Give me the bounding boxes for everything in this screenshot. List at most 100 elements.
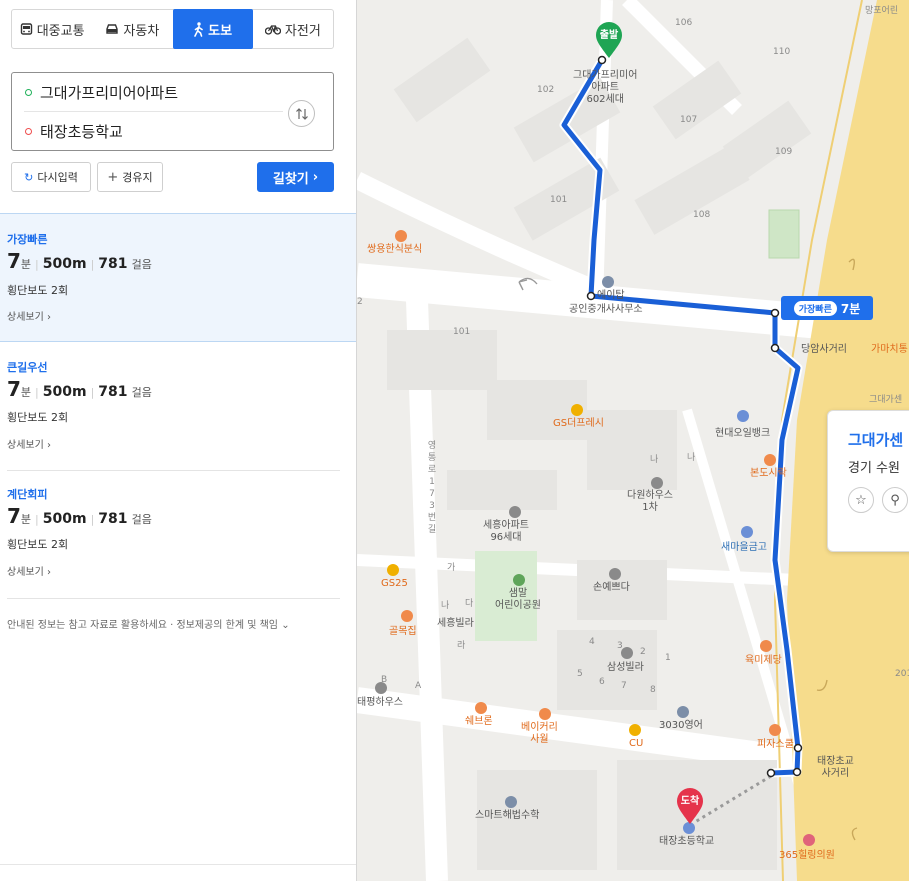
- route-crosswalk: 횡단보도 2회: [7, 284, 69, 297]
- start-marker[interactable]: 출발: [594, 22, 624, 60]
- route-detail-label: 상세보기: [7, 312, 44, 323]
- find-label: 길찾기: [272, 171, 309, 187]
- block-label: 6: [599, 677, 605, 687]
- location-pin-button[interactable]: ⚲: [882, 487, 908, 513]
- route-detail-label: 상세보기: [7, 567, 44, 578]
- destination-field[interactable]: 태장초등학교: [25, 112, 123, 150]
- disclaimer-link[interactable]: 안내된 정보는 참고 자료로 활용하세요 · 정보제공의 한계 및 책임 ⌄: [7, 616, 290, 631]
- travel-mode-tabs: 대중교통 자동차 도보 자전거: [11, 9, 334, 49]
- reset-button[interactable]: ↻ 다시입력: [11, 162, 91, 192]
- block-label: 2: [640, 647, 646, 657]
- building-icon: [509, 506, 521, 518]
- building-label: 102: [537, 85, 555, 95]
- building-label: 106: [675, 18, 693, 28]
- poi-label: 태평하우스: [357, 697, 403, 708]
- tab-walk-label: 도보: [208, 23, 233, 39]
- route-distance: 500m: [42, 256, 87, 272]
- building-label: 101: [550, 195, 568, 205]
- chevron-right-icon: ›: [47, 440, 51, 451]
- route-option-fastest[interactable]: 가장빠른 7분 | 500m | 781 걸음 횡단보도 2회 상세보기 ›: [0, 213, 356, 342]
- academy-icon: [505, 796, 517, 808]
- route-detail-link[interactable]: 상세보기 ›: [7, 563, 51, 578]
- tab-car[interactable]: 자동차: [92, 10, 172, 48]
- route-name: 계단회피: [7, 488, 48, 501]
- find-route-button[interactable]: 길찾기 ›: [257, 162, 334, 192]
- convenience-store-icon: [629, 724, 641, 736]
- route-name: 가장빠른: [7, 233, 48, 246]
- refresh-icon: ↻: [24, 170, 34, 184]
- route-crosswalk: 횡단보도 2회: [7, 411, 69, 424]
- block-label: 3: [617, 641, 623, 651]
- block-label: 가: [447, 563, 456, 573]
- car-icon: [106, 24, 119, 34]
- poi-label: 365힐링의원: [779, 850, 835, 861]
- end-label: 도착: [680, 796, 700, 807]
- panel-bottom-divider: [0, 864, 356, 865]
- end-marker[interactable]: 도착: [675, 788, 705, 826]
- block-label: 다: [465, 599, 474, 609]
- chevron-right-icon: ›: [312, 169, 319, 185]
- favorite-star-button[interactable]: ☆: [848, 487, 874, 513]
- tab-transit[interactable]: 대중교통: [12, 10, 92, 48]
- plus-icon: +: [107, 169, 119, 185]
- building-label: 201: [895, 669, 909, 679]
- swap-direction-button[interactable]: [288, 100, 315, 127]
- poi-label: 공인중개사사무소: [569, 304, 643, 315]
- start-label: 출발: [599, 30, 619, 41]
- route-summary: 7분 | 500m | 781 걸음: [7, 249, 152, 273]
- block-label: 라: [457, 641, 466, 651]
- academy-icon: [677, 706, 689, 718]
- bus-icon: [20, 22, 32, 35]
- road-label: 영통로173번길: [427, 441, 437, 535]
- bicycle-icon: [264, 25, 281, 35]
- origin-field[interactable]: 그대가프리미어아파트: [25, 73, 178, 111]
- place-info-card[interactable]: 그대가센 경기 수원 ☆ ⚲: [827, 410, 909, 552]
- convenience-store-icon: [387, 564, 399, 576]
- origin-value: 그대가프리미어아파트: [40, 83, 179, 102]
- disclaimer-text: 안내된 정보는 참고 자료로 활용하세요 · 정보제공의 한계 및 책임: [7, 620, 278, 631]
- route-divider: [7, 598, 340, 599]
- poi-label: 세흥빌라: [437, 618, 474, 629]
- route-option-mainroad[interactable]: 큰길우선 7분 | 500m | 781 걸음 횡단보도 2회 상세보기 ›: [0, 343, 340, 470]
- poi-label: 현대오일뱅크: [715, 428, 771, 439]
- route-detail-link[interactable]: 상세보기 ›: [7, 308, 51, 323]
- route-minutes-unit: 분: [20, 258, 32, 271]
- building-icon: [651, 477, 663, 489]
- block-label: B: [381, 675, 388, 685]
- walking-person-icon: [194, 21, 203, 37]
- add-waypoint-button[interactable]: + 경유지: [97, 162, 163, 192]
- poi-label: 삼성빌라: [607, 662, 644, 673]
- route-distance: 500m: [42, 511, 87, 527]
- building-icon: [621, 647, 633, 659]
- restaurant-icon: [395, 230, 407, 242]
- block-label: 5: [577, 669, 583, 679]
- route-minutes: 7: [7, 377, 21, 401]
- tab-bike[interactable]: 자전거: [253, 10, 333, 48]
- shop-icon: [609, 568, 621, 580]
- route-crosswalk: 횡단보도 2회: [7, 538, 69, 551]
- poi-label: CU: [629, 738, 644, 749]
- poi-label: 에이탑: [597, 290, 625, 301]
- route-distance: 500m: [42, 384, 87, 400]
- route-tag-pill: 가장빠른: [793, 300, 837, 316]
- apartment-label: 그대가프리미어 아파트 602세대: [573, 70, 638, 105]
- poi-label: GS25: [381, 578, 408, 589]
- poi-label: 쌍용한식분식: [367, 244, 423, 255]
- route-option-no-stairs[interactable]: 계단회피 7분 | 500m | 781 걸음 횡단보도 2회 상세보기 ›: [0, 471, 340, 598]
- poi-label: 태장초등학교: [659, 836, 715, 847]
- building-label: 2: [357, 297, 363, 307]
- tab-walk[interactable]: 도보: [172, 9, 253, 49]
- chevron-down-icon: ⌄: [281, 620, 290, 631]
- block-label: 7: [621, 681, 627, 691]
- route-input-box: 그대가프리미어아파트 태장초등학교: [11, 72, 334, 151]
- poi-label: 새마을금고: [721, 542, 767, 553]
- destination-value: 태장초등학교: [40, 122, 123, 141]
- reset-label: 다시입력: [37, 171, 78, 184]
- gas-station-icon: [737, 410, 749, 422]
- route-time-tag[interactable]: 가장빠른 7분: [781, 296, 873, 320]
- destination-dot-icon: [25, 127, 32, 135]
- map-view[interactable]: 106 110 102 107 109 101 108 101 201 2 망포…: [357, 0, 909, 881]
- route-detail-link[interactable]: 상세보기 ›: [7, 436, 51, 451]
- intersection-label: 태장초교 사거리: [817, 756, 854, 779]
- route-steps-unit: 걸음: [131, 258, 152, 271]
